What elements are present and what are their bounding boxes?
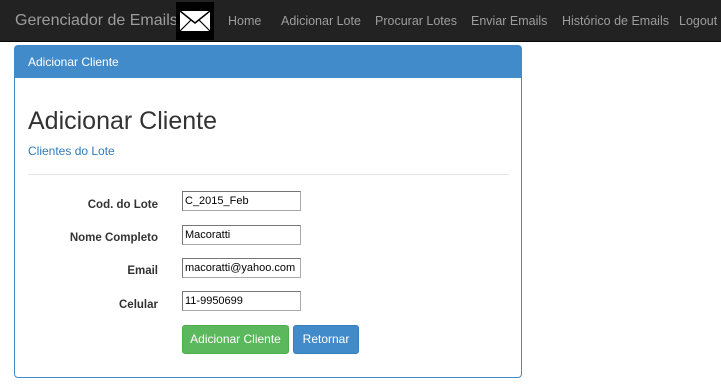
full-name-label: Nome Completo bbox=[69, 232, 158, 244]
add-client-panel: Adicionar Cliente Adicionar Cliente Clie… bbox=[14, 45, 522, 378]
full-name-input[interactable] bbox=[182, 225, 301, 245]
lot-code-input[interactable] bbox=[182, 191, 301, 211]
lot-code-label: Cod. do Lote bbox=[87, 199, 158, 211]
page-title: Adicionar Cliente bbox=[28, 107, 217, 135]
top-navbar: Gerenciador de Emails Home Adicionar Lot… bbox=[0, 0, 721, 42]
nav-procurar-lotes[interactable]: Procurar Lotes bbox=[375, 0, 457, 42]
mobile-label: Celular bbox=[119, 299, 158, 311]
divider bbox=[28, 174, 509, 175]
nav-home[interactable]: Home bbox=[228, 0, 261, 42]
navbar-brand[interactable]: Gerenciador de Emails bbox=[15, 0, 178, 42]
batch-clients-link[interactable]: Clientes do Lote bbox=[28, 144, 115, 158]
envelope-icon bbox=[176, 2, 214, 40]
panel-heading: Adicionar Cliente bbox=[15, 46, 521, 78]
return-button[interactable]: Retornar bbox=[293, 325, 359, 354]
nav-adicionar-lote[interactable]: Adicionar Lote bbox=[281, 0, 361, 42]
email-label: Email bbox=[127, 265, 158, 277]
nav-enviar-emails[interactable]: Enviar Emails bbox=[471, 0, 547, 42]
nav-historico-emails[interactable]: Histórico de Emails bbox=[562, 0, 669, 42]
nav-logout[interactable]: Logout bbox=[679, 0, 717, 42]
add-client-button[interactable]: Adicionar Cliente bbox=[182, 325, 289, 354]
email-input[interactable] bbox=[182, 258, 301, 278]
mobile-input[interactable] bbox=[182, 291, 301, 311]
